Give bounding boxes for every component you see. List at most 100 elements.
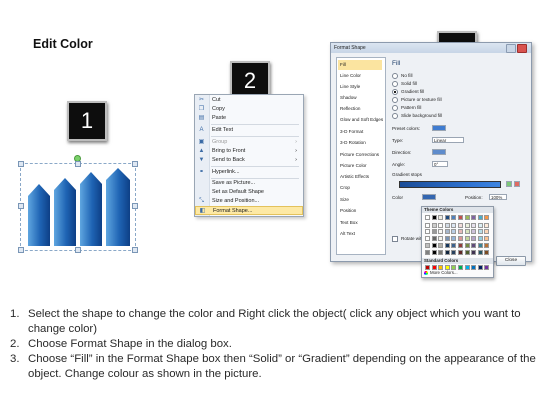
menu-item-cut[interactable]: ✂ Cut: [195, 96, 303, 105]
type-select[interactable]: Linear: [432, 137, 464, 143]
color-swatch[interactable]: [431, 215, 437, 220]
resize-handle[interactable]: [18, 161, 24, 167]
nav-item-artistic-effects[interactable]: Artistic Effects: [340, 172, 384, 182]
nav-item-line-style[interactable]: Line Style: [340, 82, 384, 92]
color-swatch[interactable]: [477, 265, 483, 270]
nav-item-crop[interactable]: Crop: [340, 183, 384, 193]
color-swatch[interactable]: [425, 229, 430, 235]
color-swatch[interactable]: [484, 229, 490, 235]
color-swatch[interactable]: [484, 249, 490, 255]
color-swatch[interactable]: [484, 242, 490, 248]
menu-item-send-to-back[interactable]: ▼ Send to Back ›: [195, 156, 303, 165]
more-colors-link[interactable]: More Colors...: [424, 270, 458, 275]
color-swatch[interactable]: [458, 215, 463, 220]
color-swatch[interactable]: [458, 222, 463, 228]
color-swatch[interactable]: [425, 242, 430, 248]
color-swatch[interactable]: [425, 265, 430, 270]
menu-item-edit-text[interactable]: A Edit Text: [195, 126, 303, 135]
color-swatch[interactable]: [464, 242, 470, 248]
add-stop-button[interactable]: [506, 181, 512, 187]
color-swatch[interactable]: [431, 229, 437, 235]
menu-item-copy[interactable]: ❐ Copy: [195, 105, 303, 114]
preset-colors-button[interactable]: [432, 125, 446, 131]
color-swatch[interactable]: [451, 242, 457, 248]
color-swatch[interactable]: [477, 249, 483, 255]
nav-item-3d-format[interactable]: 3-D Format: [340, 127, 384, 137]
menu-item-size-and-position[interactable]: ⤡ Size and Position...: [195, 197, 303, 206]
resize-handle[interactable]: [18, 247, 24, 253]
color-swatch[interactable]: [484, 222, 490, 228]
color-swatch[interactable]: [451, 222, 457, 228]
color-swatch[interactable]: [438, 215, 444, 220]
color-swatch[interactable]: [438, 265, 444, 270]
resize-handle[interactable]: [18, 203, 24, 209]
color-swatch[interactable]: [451, 249, 457, 255]
color-swatch[interactable]: [464, 236, 470, 242]
blue-arrow-shapes[interactable]: [26, 168, 134, 248]
nav-item-text-box[interactable]: Text Box: [340, 218, 384, 228]
radio-slide-background-fill[interactable]: Slide background fill: [392, 112, 442, 119]
color-swatch[interactable]: [464, 249, 470, 255]
color-swatch[interactable]: [425, 236, 430, 242]
nav-item-shadow[interactable]: Shadow: [340, 93, 384, 103]
color-swatch[interactable]: [431, 249, 437, 255]
color-swatch[interactable]: [484, 265, 490, 270]
color-swatch[interactable]: [458, 242, 463, 248]
color-swatch[interactable]: [477, 222, 483, 228]
color-swatch[interactable]: [438, 242, 444, 248]
color-swatch[interactable]: [431, 236, 437, 242]
resize-handle[interactable]: [132, 161, 138, 167]
color-swatch[interactable]: [438, 236, 444, 242]
color-swatch[interactable]: [464, 229, 470, 235]
color-swatch[interactable]: [438, 222, 444, 228]
color-swatch[interactable]: [471, 229, 477, 235]
radio-solid-fill[interactable]: Solid fill: [392, 80, 417, 87]
color-swatch[interactable]: [458, 229, 463, 235]
color-swatch[interactable]: [464, 215, 470, 220]
menu-item-set-default-shape[interactable]: Set as Default Shape: [195, 188, 303, 197]
menu-item-hyperlink[interactable]: ⚭ Hyperlink...: [195, 168, 303, 177]
menu-item-format-shape[interactable]: ◧ Format Shape...: [195, 206, 303, 215]
color-swatch[interactable]: [471, 236, 477, 242]
menu-item-save-as-picture[interactable]: Save as Picture...: [195, 179, 303, 188]
color-swatch[interactable]: [438, 249, 444, 255]
help-button[interactable]: [506, 44, 516, 53]
color-swatch[interactable]: [464, 265, 470, 270]
color-swatch[interactable]: [477, 215, 483, 220]
color-swatch[interactable]: [451, 229, 457, 235]
color-swatch[interactable]: [451, 236, 457, 242]
color-swatch[interactable]: [477, 242, 483, 248]
color-picker-button[interactable]: [422, 194, 436, 200]
nav-item-line-color[interactable]: Line Color: [340, 71, 384, 81]
radio-picture-fill[interactable]: Picture or texture fill: [392, 96, 442, 103]
nav-item-picture-corrections[interactable]: Picture Corrections: [340, 150, 384, 160]
color-swatch[interactable]: [451, 265, 457, 270]
color-swatch[interactable]: [425, 215, 430, 220]
color-swatch[interactable]: [431, 222, 437, 228]
color-swatch[interactable]: [484, 236, 490, 242]
nav-item-reflection[interactable]: Reflection: [340, 104, 384, 114]
resize-handle[interactable]: [75, 161, 81, 167]
color-swatch[interactable]: [477, 229, 483, 235]
nav-item-size[interactable]: Size: [340, 195, 384, 205]
color-swatch[interactable]: [431, 242, 437, 248]
radio-pattern-fill[interactable]: Pattern fill: [392, 104, 421, 111]
color-swatch[interactable]: [471, 249, 477, 255]
close-button[interactable]: Close: [496, 256, 526, 266]
color-swatch[interactable]: [458, 265, 463, 270]
nav-item-fill[interactable]: Fill: [338, 60, 382, 70]
nav-item-3d-rotation[interactable]: 3-D Rotation: [340, 138, 384, 148]
color-swatch[interactable]: [471, 215, 477, 220]
color-swatch[interactable]: [431, 265, 437, 270]
angle-input[interactable]: 0°: [432, 161, 448, 167]
radio-gradient-fill[interactable]: Gradient fill: [392, 88, 424, 95]
menu-item-bring-to-front[interactable]: ▲ Bring to Front ›: [195, 147, 303, 156]
color-swatch[interactable]: [444, 229, 450, 235]
menu-item-paste[interactable]: ▤ Paste: [195, 114, 303, 123]
color-swatch[interactable]: [464, 222, 470, 228]
color-swatch[interactable]: [438, 229, 444, 235]
remove-stop-button[interactable]: [514, 181, 520, 187]
color-swatch[interactable]: [444, 222, 450, 228]
color-swatch[interactable]: [444, 265, 450, 270]
nav-item-picture-color[interactable]: Picture Color: [340, 161, 384, 171]
